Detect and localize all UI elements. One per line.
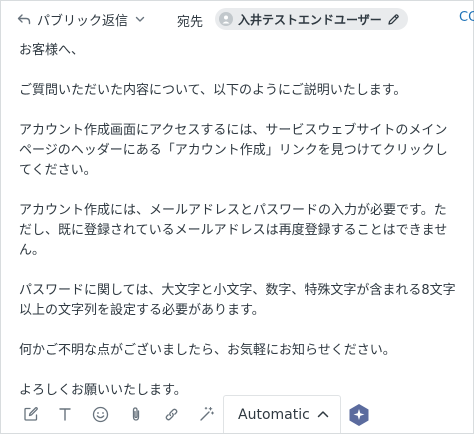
pencil-icon[interactable] — [387, 13, 400, 26]
intro-paragraph: ご質問いただいた内容について、以下のようにご説明いたします。 — [19, 83, 407, 98]
attachment-icon[interactable] — [125, 403, 147, 425]
password-paragraph: パスワードに関しては、大文字と小文字、数字、特殊文字が含まれる8文字以上の文字列… — [19, 283, 456, 318]
greeting-paragraph: お客様へ、 — [19, 43, 85, 58]
contact-paragraph: 何かご不明な点がございましたら、お気軽にお知らせください。 — [19, 343, 396, 358]
send-mode-value: Automatic — [238, 406, 310, 423]
cc-link[interactable]: CC — [459, 10, 474, 25]
account-access-paragraph: アカウント作成画面にアクセスするには、サービスウェブサイトのメインページのヘッダ… — [19, 123, 448, 178]
link-icon[interactable] — [160, 403, 182, 425]
editor-toolbar: Automatic — [1, 395, 473, 435]
compose-icon[interactable] — [20, 403, 42, 425]
reply-type-selector[interactable]: パブリック返信 — [17, 9, 146, 29]
emoji-icon[interactable] — [89, 403, 111, 425]
magic-wand-icon[interactable] — [195, 403, 217, 425]
reply-header: パブリック返信 宛先 入井テストエンドユーザー CC — [1, 1, 474, 37]
recipient-chip[interactable]: 入井テストエンドユーザー — [215, 8, 408, 30]
to-label: 宛先 — [177, 15, 204, 30]
send-mode-select[interactable]: Automatic — [223, 395, 341, 433]
reply-type-label: パブリック返信 — [37, 13, 129, 29]
recipient-name: 入井テストエンドユーザー — [238, 12, 382, 27]
text-format-icon[interactable] — [54, 403, 76, 425]
account-requirements-paragraph: アカウント作成には、メールアドレスとパスワードの入力が必要です。ただし、既に登録… — [19, 203, 448, 258]
ai-assist-icon[interactable] — [347, 403, 371, 427]
reply-editor: パブリック返信 宛先 入井テストエンドユーザー CC お客様へ、 ご質問いただい… — [0, 0, 474, 434]
chevron-down-icon — [134, 13, 146, 25]
message-body[interactable]: お客様へ、 ご質問いただいた内容について、以下のようにご説明いたします。 アカウ… — [19, 41, 459, 421]
reply-arrow-icon — [17, 12, 31, 26]
avatar — [219, 12, 233, 26]
chevron-up-icon — [316, 407, 330, 421]
